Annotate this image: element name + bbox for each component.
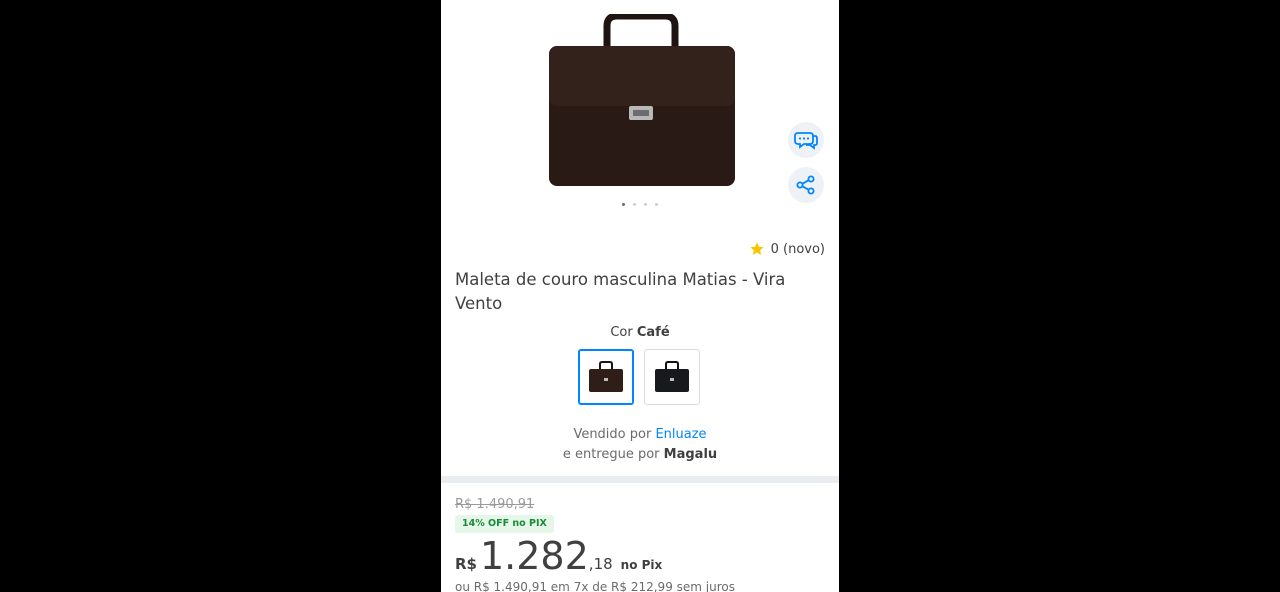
chat-button[interactable] (788, 122, 824, 158)
discount-badge: 14% OFF no PIX (455, 515, 554, 533)
product-image-gallery[interactable] (441, 0, 839, 220)
swatch-image-brown-bag (589, 361, 623, 392)
pagination-dot[interactable] (655, 203, 658, 206)
price-integer: 1.282 (480, 534, 589, 578)
seller-link[interactable]: Enluaze (655, 427, 706, 442)
color-swatch-cafe[interactable] (578, 349, 634, 405)
product-rating[interactable]: 0 (novo) (749, 241, 825, 257)
price-cents: ,18 (588, 555, 613, 573)
installments-text: ou R$ 1.490,91 em 7x de R$ 212,99 sem ju… (455, 580, 735, 592)
pagination-dot[interactable] (633, 203, 636, 206)
selected-color: Café (636, 325, 670, 340)
color-selector-label: Cor Café (441, 325, 839, 340)
section-divider (441, 476, 839, 483)
color-swatch-preto[interactable] (644, 349, 700, 405)
delivered-by-name: Magalu (663, 447, 718, 462)
price-payment-method: no Pix (620, 558, 663, 572)
share-button[interactable] (788, 167, 824, 203)
pagination-dot[interactable] (622, 203, 625, 206)
rating-text: 0 (novo) (770, 241, 825, 257)
product-title: Maleta de couro masculina Matias - Vira … (455, 270, 786, 313)
product-image (549, 14, 735, 186)
sold-by-label: Vendido por (573, 427, 652, 442)
star-icon (749, 242, 764, 255)
price-currency: R$ (455, 555, 477, 573)
product-page: 0 (novo) Maleta de couro masculina Matia… (441, 0, 839, 592)
color-label: Cor (610, 325, 633, 340)
old-price: R$ 1.490,91 (455, 497, 535, 512)
gallery-pagination (622, 203, 658, 206)
pagination-dot[interactable] (644, 203, 647, 206)
swatch-image-black-bag (655, 361, 689, 392)
seller-info: Vendido por Enluaze e entregue por Magal… (441, 425, 839, 465)
delivered-by-label: e entregue por (562, 447, 660, 462)
share-icon (796, 175, 815, 195)
chat-bubbles-icon (794, 132, 818, 150)
current-price: R$ 1.282 ,18 no Pix (455, 534, 662, 578)
